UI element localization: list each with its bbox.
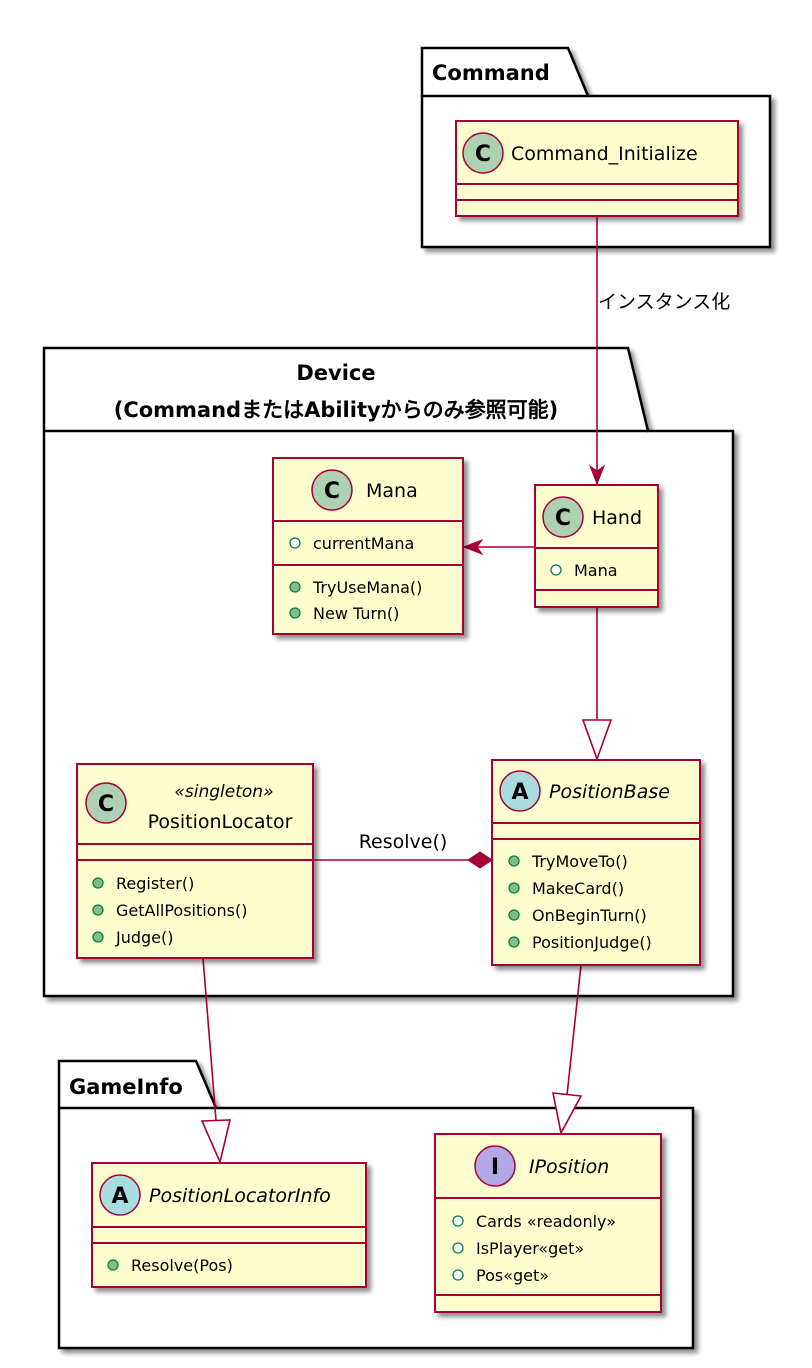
class-spot-letter: A <box>511 780 528 805</box>
method-visibility-icon <box>92 904 104 916</box>
field: Mana <box>574 561 618 580</box>
method-visibility-icon <box>508 855 520 867</box>
package-device-name: Device <box>296 361 375 385</box>
package-device-subtitle: (CommandまたはAbilityからのみ参照可能) <box>114 398 559 422</box>
class-name: IPosition <box>529 1156 609 1178</box>
field-visibility-icon <box>452 1269 464 1281</box>
method: MakeCard() <box>532 879 624 898</box>
class-name: PositionLocator <box>148 811 293 833</box>
class-spot-letter: C <box>475 142 491 167</box>
class-name: Hand <box>592 507 642 529</box>
field-visibility-icon <box>550 564 562 576</box>
method-visibility-icon <box>289 581 301 593</box>
class-position-base[interactable]: A PositionBase TryMoveTo() MakeCard() On… <box>491 759 701 966</box>
method-visibility-icon <box>508 936 520 948</box>
class-spot-letter: C <box>555 506 571 531</box>
class-name: Command_Initialize <box>511 143 698 165</box>
method: TryMoveTo() <box>531 852 628 871</box>
class-stereotype: «singleton» <box>174 782 273 802</box>
field-visibility-icon <box>452 1215 464 1227</box>
class-hand[interactable]: C Hand Mana <box>534 484 659 608</box>
class-diagram: Command Device (CommandまたはAbilityからのみ参照可… <box>42 46 772 1350</box>
field-visibility-icon <box>289 537 301 549</box>
package-command-name: Command <box>432 61 550 85</box>
method: Resolve(Pos) <box>131 1256 233 1275</box>
class-position-locator[interactable]: C «singleton» PositionLocator Register()… <box>76 763 314 959</box>
method: Register() <box>116 874 194 893</box>
class-spot-letter: C <box>324 479 340 504</box>
method-visibility-icon <box>92 877 104 889</box>
class-name: Mana <box>366 480 418 502</box>
class-iposition[interactable]: I IPosition Cards «readonly» IsPlayer«ge… <box>434 1133 662 1313</box>
field: Cards «readonly» <box>476 1212 616 1231</box>
method-visibility-icon <box>92 931 104 943</box>
class-name: PositionLocatorInfo <box>149 1185 331 1207</box>
class-mana[interactable]: C Mana currentMana TryUseMana() New Turn… <box>272 457 464 635</box>
method-visibility-icon <box>508 882 520 894</box>
method: New Turn() <box>313 604 399 623</box>
method: PositionJudge() <box>532 933 652 952</box>
class-position-locator-info[interactable]: A PositionLocatorInfo Resolve(Pos) <box>91 1162 367 1288</box>
edge-resolve-label: Resolve() <box>359 831 448 853</box>
edge-instantiate-label: インスタンス化 <box>598 291 730 313</box>
field-visibility-icon <box>452 1242 464 1254</box>
method-visibility-icon <box>508 909 520 921</box>
method-visibility-icon <box>289 607 301 619</box>
class-name: PositionBase <box>549 781 670 803</box>
class-spot-letter: C <box>98 792 114 817</box>
package-gameinfo-name: GameInfo <box>69 1075 183 1099</box>
method: OnBeginTurn() <box>532 906 647 925</box>
method: TryUseMana() <box>312 578 422 597</box>
method-visibility-icon <box>107 1259 119 1271</box>
field: currentMana <box>313 534 414 553</box>
method: GetAllPositions() <box>116 901 247 920</box>
class-spot-letter: A <box>111 1184 128 1209</box>
field: IsPlayer«get» <box>476 1239 584 1258</box>
field: Pos«get» <box>476 1266 549 1285</box>
class-command-initialize[interactable]: C Command_Initialize <box>455 120 739 217</box>
class-spot-letter: I <box>491 1155 499 1180</box>
method: Judge() <box>115 928 174 947</box>
